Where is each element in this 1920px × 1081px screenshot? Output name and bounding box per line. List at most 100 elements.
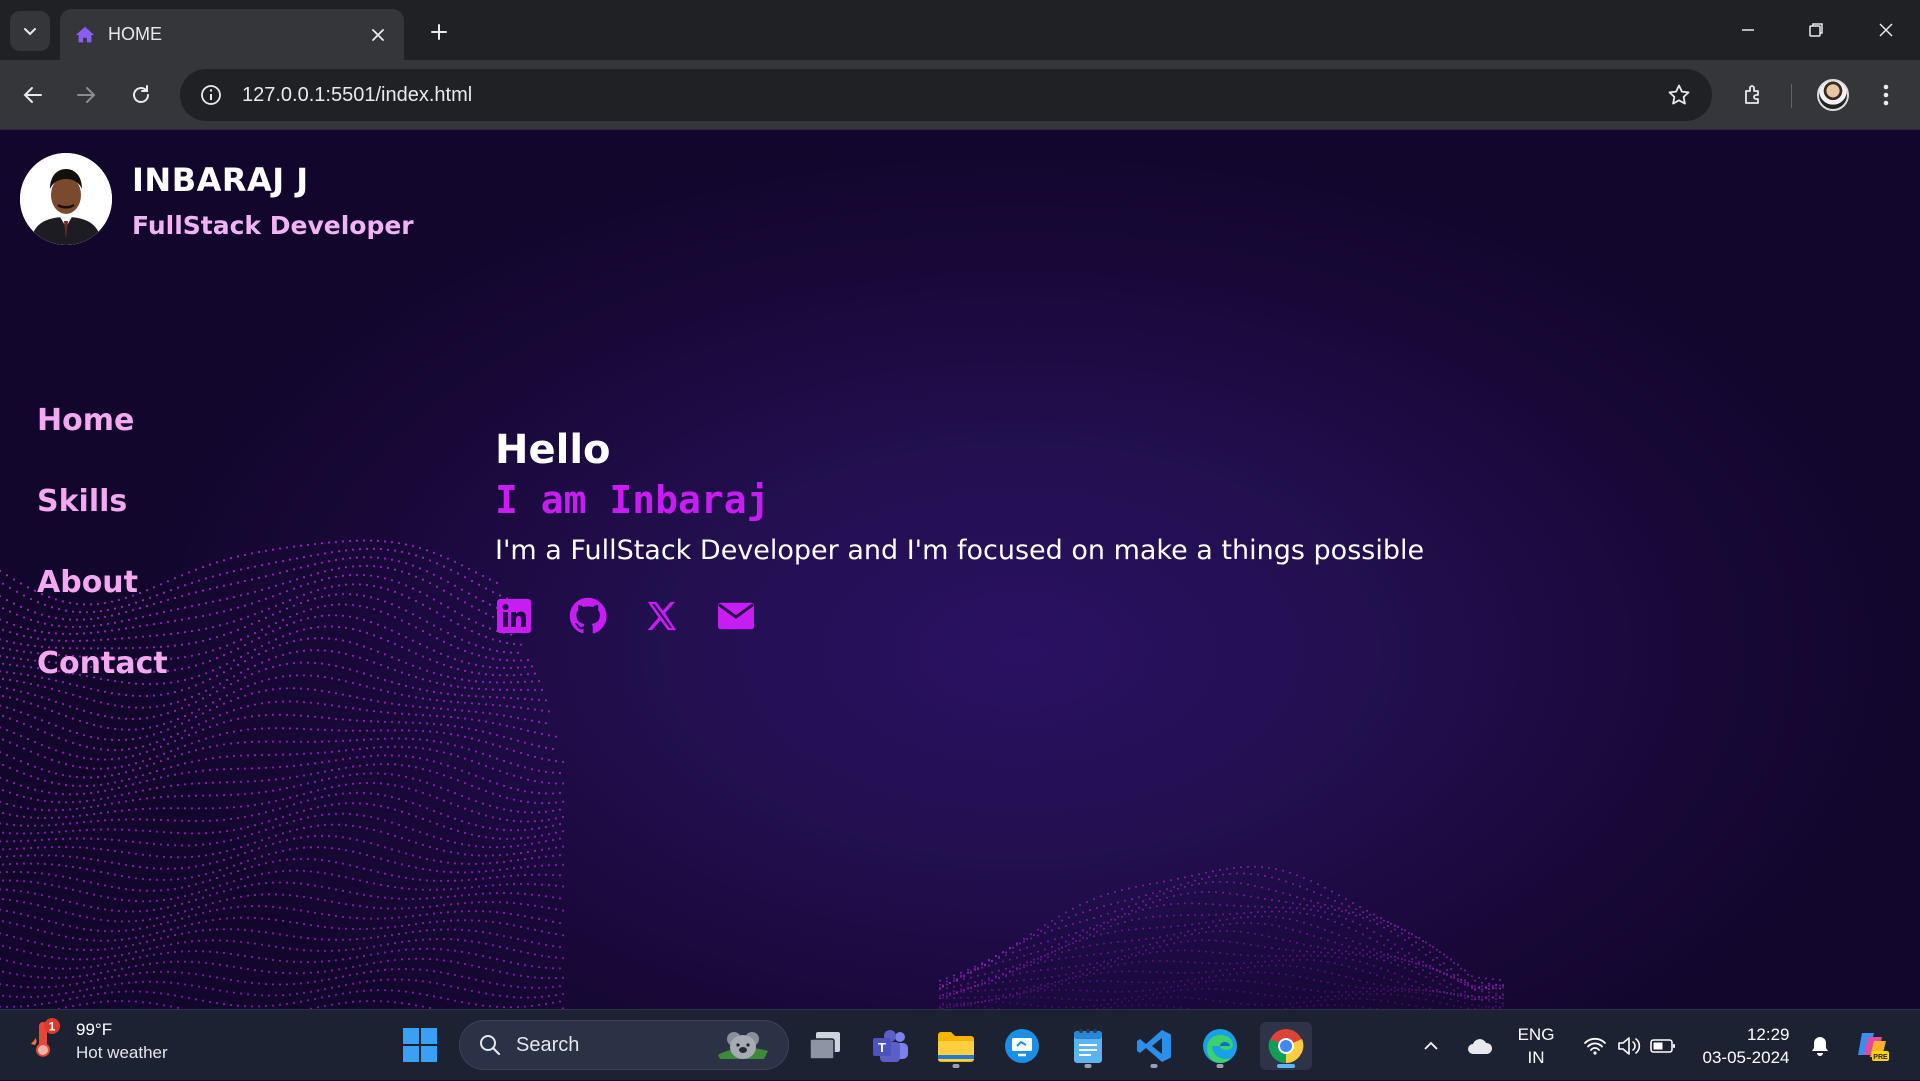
- github-link[interactable]: [569, 597, 607, 635]
- close-window-button[interactable]: [1862, 8, 1910, 52]
- teams-icon: T: [873, 1030, 908, 1062]
- hero-intro: I am Inbaraj: [495, 478, 770, 522]
- chevron-up-icon: [1424, 1041, 1438, 1050]
- task-view-icon: [809, 1032, 840, 1060]
- github-icon: [569, 597, 607, 634]
- profile-button[interactable]: [1815, 77, 1851, 113]
- browser-tab[interactable]: HOME: [60, 9, 404, 60]
- hero-tagline: I'm a FullStack Developer and I'm focuse…: [495, 535, 1425, 566]
- notepad-icon: [1074, 1029, 1102, 1063]
- browser-toolbar: 127.0.0.1:5501/index.html: [0, 60, 1920, 130]
- teams-app[interactable]: T: [864, 1022, 916, 1070]
- menu-button[interactable]: [1868, 77, 1904, 113]
- browser-tab-strip: HOME: [0, 0, 1920, 60]
- reload-icon: [133, 85, 149, 103]
- dotted-wave-decoration: [0, 539, 1504, 1009]
- svg-text:T: T: [878, 1040, 886, 1055]
- file-explorer-app[interactable]: [930, 1022, 982, 1070]
- forward-button[interactable]: [68, 77, 104, 113]
- battery-icon: [1650, 1038, 1675, 1053]
- koala-illustration-icon: [718, 1032, 768, 1059]
- battery-tray[interactable]: [1646, 1010, 1680, 1081]
- restore-icon: [1809, 23, 1823, 37]
- start-button[interactable]: [402, 1027, 438, 1063]
- remote-desktop-app[interactable]: [996, 1022, 1048, 1070]
- arrow-right-icon: [77, 87, 96, 103]
- hero-greeting: Hello: [495, 427, 611, 473]
- clock-date: 03-05-2024: [1702, 1047, 1790, 1067]
- bookmark-star-icon[interactable]: [1664, 80, 1694, 110]
- x-link[interactable]: [643, 597, 681, 635]
- vscode-icon: [1137, 1030, 1171, 1062]
- nav-link-contact[interactable]: Contact: [37, 642, 168, 723]
- language-region: IN: [1527, 1047, 1545, 1067]
- profile-photo: [20, 153, 112, 245]
- remote-desktop-icon: [1005, 1029, 1039, 1063]
- url-text[interactable]: 127.0.0.1:5501/index.html: [242, 84, 1664, 107]
- arrow-left-icon: [23, 87, 42, 103]
- more-vert-icon: [1883, 84, 1889, 106]
- toolbar-divider: [1791, 84, 1792, 108]
- clock-time: 12:29: [1746, 1024, 1790, 1044]
- brand-role: FullStack Developer: [132, 211, 414, 240]
- back-button[interactable]: [15, 77, 51, 113]
- nav-link-about[interactable]: About: [37, 561, 168, 642]
- language-code: ENG: [1517, 1024, 1555, 1044]
- wifi-tray[interactable]: [1578, 1010, 1612, 1081]
- notifications-button[interactable]: [1804, 1010, 1836, 1081]
- show-hidden-icons-button[interactable]: [1416, 1010, 1446, 1081]
- site-info-icon[interactable]: [198, 82, 224, 108]
- linkedin-icon: [497, 599, 531, 633]
- copilot-button[interactable]: PRE: [1850, 1010, 1894, 1081]
- language-indicator[interactable]: ENG IN: [1510, 1010, 1562, 1081]
- windows-logo-icon: [403, 1028, 437, 1062]
- clock-tray[interactable]: 12:29 03-05-2024: [1694, 1010, 1798, 1081]
- task-view-button[interactable]: [799, 1022, 851, 1070]
- taskbar-search[interactable]: Search: [459, 1020, 789, 1070]
- edge-app[interactable]: [1194, 1022, 1246, 1070]
- chevron-down-icon: [24, 28, 36, 36]
- volume-tray[interactable]: [1612, 1010, 1646, 1081]
- weather-description: Hot weather: [76, 1042, 168, 1062]
- search-label: Search: [516, 1033, 580, 1056]
- social-links: [495, 597, 755, 635]
- chrome-app[interactable]: [1260, 1022, 1312, 1070]
- copilot-icon: PRE: [1858, 1032, 1889, 1061]
- weather-temperature: 99°F: [76, 1019, 113, 1039]
- vscode-app[interactable]: [1128, 1022, 1180, 1070]
- weather-widget[interactable]: 1 99°F Hot weather: [26, 1018, 168, 1064]
- bell-icon: [1812, 1036, 1828, 1056]
- tab-title: HOME: [108, 24, 162, 44]
- onedrive-tray[interactable]: [1462, 1010, 1498, 1081]
- close-icon: [372, 28, 384, 41]
- minimize-icon: [1742, 29, 1754, 31]
- home-icon: [75, 26, 95, 42]
- x-icon: [647, 601, 677, 631]
- chrome-icon: [1268, 1029, 1304, 1063]
- reload-button[interactable]: [123, 77, 159, 113]
- extensions-icon[interactable]: [1736, 77, 1772, 113]
- edge-icon: [1203, 1029, 1237, 1063]
- email-link[interactable]: [717, 597, 755, 635]
- search-icon: [480, 1035, 501, 1056]
- side-navigation: Home Skills About Contact: [37, 399, 168, 723]
- notepad-app[interactable]: [1062, 1022, 1114, 1070]
- speaker-icon: [1618, 1036, 1641, 1055]
- restore-button[interactable]: [1792, 8, 1840, 52]
- windows-taskbar: 1 99°F Hot weather Search T ENG IN 12:29…: [0, 1009, 1920, 1080]
- folder-icon: [938, 1032, 974, 1062]
- close-icon: [1879, 23, 1893, 37]
- plus-icon: [431, 24, 447, 40]
- weather-badge: 1: [49, 1020, 56, 1034]
- profile-avatar: [1817, 79, 1849, 111]
- address-bar[interactable]: 127.0.0.1:5501/index.html: [180, 69, 1712, 121]
- nav-link-skills[interactable]: Skills: [37, 480, 168, 561]
- tab-search-button[interactable]: [10, 11, 50, 51]
- close-tab-button[interactable]: [366, 23, 390, 47]
- thermometer-icon: 1: [26, 1018, 66, 1064]
- cloud-icon: [1468, 1038, 1493, 1054]
- new-tab-button[interactable]: [422, 15, 456, 49]
- minimize-button[interactable]: [1724, 8, 1772, 52]
- nav-link-home[interactable]: Home: [37, 399, 168, 480]
- linkedin-link[interactable]: [495, 597, 533, 635]
